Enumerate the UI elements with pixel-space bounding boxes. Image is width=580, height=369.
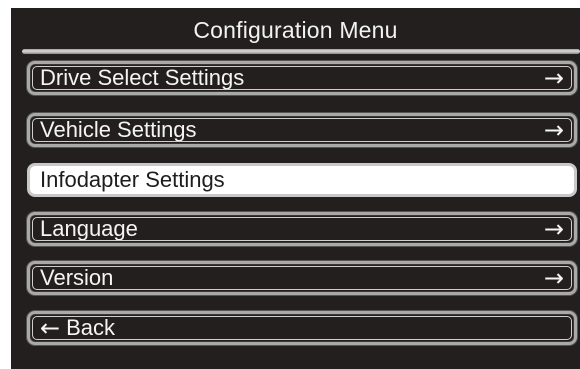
back-label: Back [66, 315, 116, 340]
arrow-right-icon: → [543, 64, 564, 92]
menu-item-infodapter-settings[interactable]: Infodapter Settings [27, 163, 577, 197]
page-title: Configuration Menu [193, 16, 398, 43]
menu-item-version[interactable]: Version → [27, 261, 577, 295]
menu-item-label: Version [40, 265, 114, 290]
arrow-left-icon: ← [40, 314, 61, 342]
title-bar: Configuration Menu [11, 8, 580, 52]
arrow-right-icon: → [543, 116, 564, 144]
arrow-right-icon: → [543, 264, 564, 292]
back-button[interactable]: ← Back [27, 311, 577, 345]
menu-item-label: Infodapter Settings [40, 167, 225, 192]
menu-item-vehicle-settings[interactable]: Vehicle Settings → [27, 113, 577, 147]
menu-item-drive-select-settings[interactable]: Drive Select Settings → [27, 61, 577, 95]
menu-item-label: Vehicle Settings [40, 117, 197, 142]
arrow-right-icon: → [543, 215, 564, 243]
config-screen: Configuration Menu Drive Select Settings… [11, 8, 580, 369]
menu-item-label: Language [40, 216, 138, 241]
menu-item-language[interactable]: Language → [27, 212, 577, 246]
title-divider [22, 49, 580, 54]
menu-item-label: Drive Select Settings [40, 65, 245, 90]
